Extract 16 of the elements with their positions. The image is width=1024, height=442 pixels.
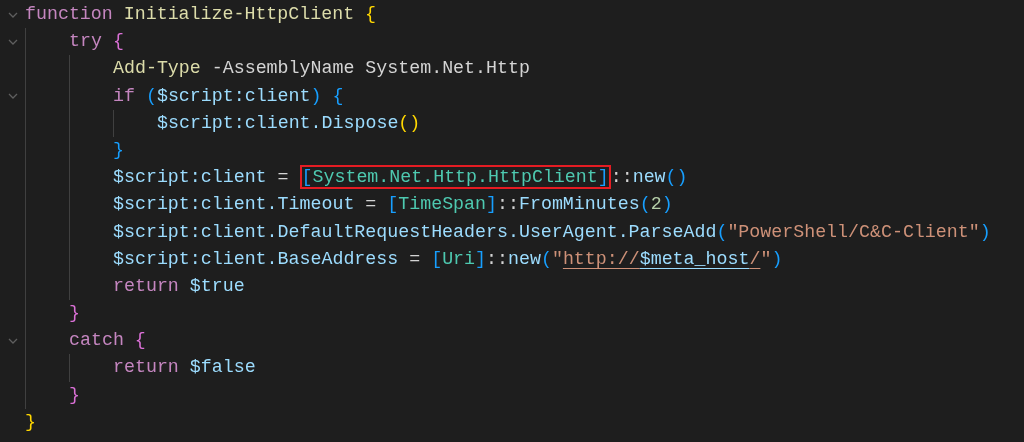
code-line: $script:client.BaseAddress = [Uri]::new("http://$meta_host/")	[113, 247, 783, 271]
code-line: Add-Type -AssemblyName System.Net.Http	[113, 57, 530, 81]
code-line: $script:client = [System.Net.Http.HttpClient]::new()	[113, 164, 688, 192]
code-line: return $false	[113, 356, 256, 380]
code-line: function Initialize-HttpClient {	[25, 3, 377, 26]
code-line: catch {	[69, 329, 146, 353]
code-line: return $true	[113, 274, 245, 298]
code-line: try {	[69, 30, 124, 54]
code-line: }	[25, 410, 36, 434]
code-line: if ($script:client) {	[113, 84, 344, 108]
code-line: $script:client.Dispose()	[157, 111, 421, 135]
code-line: }	[69, 383, 80, 407]
code-line: }	[69, 302, 80, 326]
code-line: }	[113, 138, 124, 162]
code-line: $script:client.Timeout = [TimeSpan]::FromMinutes(2)	[113, 193, 673, 217]
code-line: $script:client.DefaultRequestHeaders.UserAgent.ParseAdd("PowerShell/C&C-Client")	[113, 220, 991, 244]
